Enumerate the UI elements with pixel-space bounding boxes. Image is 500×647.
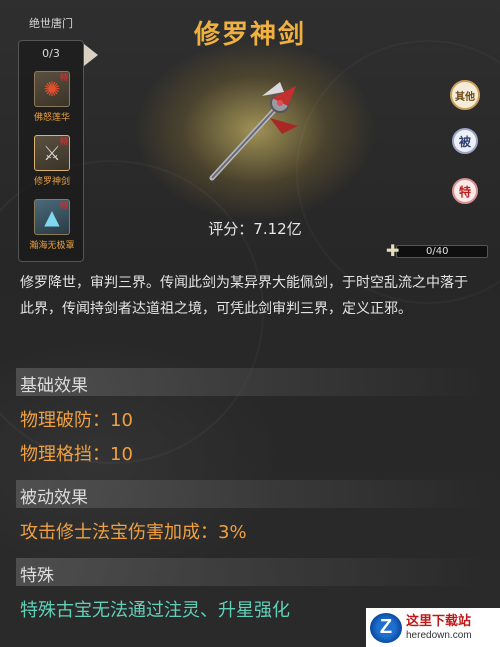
special-note: 特殊古宝无法通过注灵、升星强化 <box>20 600 290 621</box>
stat-line: 攻击修士法宝伤害加成：3% <box>20 522 247 543</box>
sword-icon: ⚔ 特 <box>34 135 70 171</box>
site-watermark: Z 这里下载站 heredown.com <box>366 608 500 647</box>
fragment-progress: ✚ 0/40 <box>386 242 488 260</box>
section-special-header: 特殊 <box>16 558 486 586</box>
special-badge[interactable]: 特 <box>452 178 478 204</box>
stat-line: 物理格挡：10 <box>20 444 133 465</box>
lotus-icon: ✺ 特 <box>34 71 70 107</box>
passive-badge[interactable]: 被 <box>452 128 478 154</box>
section-passive-header: 被动效果 <box>16 480 486 508</box>
collection-item-xiuluo-shenjian[interactable]: ⚔ 特 修罗神剑 <box>27 135 77 187</box>
item-description: 修罗降世，审判三界。传闻此剑为某异界大能佩剑，于时空乱流之中落于此界，传闻持剑者… <box>20 275 468 317</box>
collection-item-label: 修罗神剑 <box>33 177 70 187</box>
site-logo-icon: Z <box>370 612 402 643</box>
collection-count: 0/3 <box>42 47 60 60</box>
progress-text: 0/40 <box>426 246 449 257</box>
section-title: 基础效果 <box>20 376 88 396</box>
collection-item-hanhai-wujizhao[interactable]: ▲ 特 瀚海无极罩 <box>27 199 77 251</box>
special-mark: 特 <box>60 73 68 82</box>
watermark-title: 这里下载站 <box>406 613 472 629</box>
special-mark: 特 <box>60 201 68 210</box>
shield-icon: ▲ 特 <box>34 199 70 235</box>
sword-artwork <box>209 82 298 181</box>
collection-item-label: 瀚海无极罩 <box>29 241 75 251</box>
collection-panel: 绝世唐门 0/3 ✺ 特 佛怒莲华 ⚔ 特 修罗神剑 ▲ 特 瀚海无极罩 <box>18 14 84 262</box>
puzzle-piece-icon: ✚ <box>386 241 400 260</box>
collection-item-fonu-lianhua[interactable]: ✺ 特 佛怒莲华 <box>27 71 77 123</box>
watermark-url: heredown.com <box>406 629 472 641</box>
stat-line: 物理破防：10 <box>20 410 133 431</box>
special-mark: 特 <box>60 137 68 146</box>
score-label: 评分：7.12亿 <box>208 220 302 238</box>
section-title: 特殊 <box>20 566 54 586</box>
collection-item-label: 佛怒莲华 <box>33 113 70 123</box>
section-basic-header: 基础效果 <box>16 368 486 396</box>
item-title: 修罗神剑 <box>193 20 306 50</box>
collection-header: 绝世唐门 <box>29 17 73 30</box>
section-title: 被动效果 <box>20 488 88 508</box>
collection-list: 0/3 ✺ 特 佛怒莲华 ⚔ 特 修罗神剑 ▲ 特 瀚海无极罩 <box>18 40 84 262</box>
other-badge[interactable]: 其他 <box>450 80 480 110</box>
